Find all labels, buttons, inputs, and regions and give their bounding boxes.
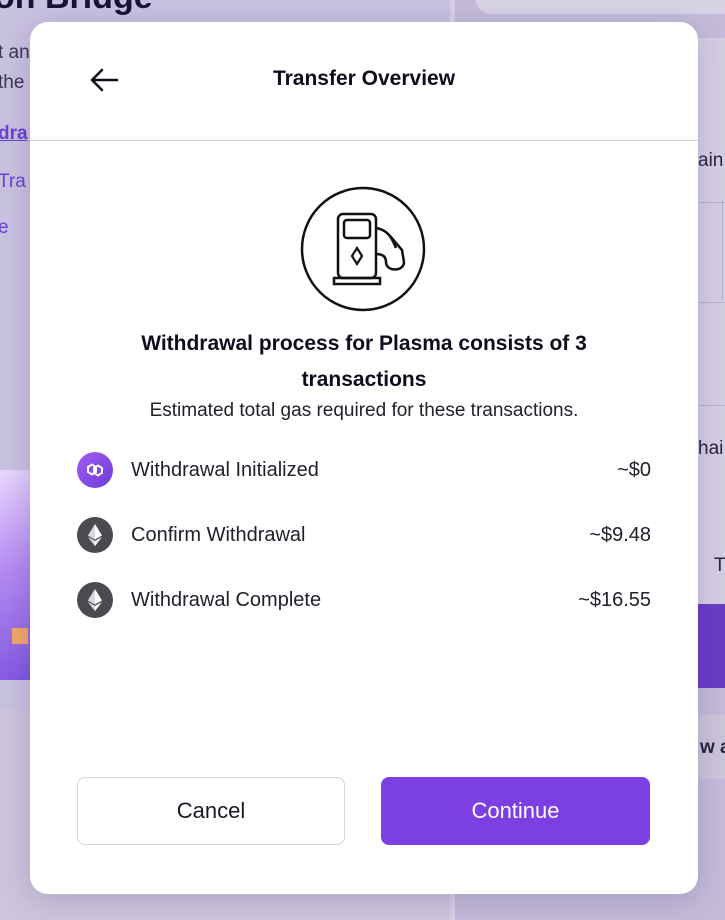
background-illustration-box [12,628,28,644]
ethereum-icon [77,517,113,553]
background-page-title: on Bridge [0,0,153,17]
transaction-row: Withdrawal Complete ~$16.55 [77,580,651,620]
transaction-label: Confirm Withdrawal [131,524,306,546]
background-link: e [0,217,9,238]
transaction-row: Confirm Withdrawal ~$9.48 [77,515,651,555]
gas-pump-icon [300,186,426,312]
transaction-label: Withdrawal Complete [131,589,322,611]
modal-header: Transfer Overview [30,22,698,141]
background-text: w a [700,737,725,758]
background-link: Tra [0,171,26,192]
withdrawal-headline: Withdrawal process for Plasma consists o… [141,332,587,391]
modal-title: Transfer Overview [272,67,456,90]
cancel-button[interactable]: Cancel [77,777,345,845]
transaction-cost: ~$16.55 [578,589,651,611]
background-divider [722,200,723,300]
transfer-overview-modal: Transfer Overview Withdrawal process for… [30,22,698,894]
background-text: the [0,72,25,93]
transaction-label: Withdrawal Initialized [131,459,319,481]
background-text: ain [698,150,724,171]
background-link: dra [0,123,28,144]
transaction-cost: ~$9.48 [589,524,651,546]
transaction-row: Withdrawal Initialized ~$0 [77,450,651,490]
background-text: hai [698,438,724,459]
polygon-icon [77,452,113,488]
background-top-card [476,0,725,14]
ethereum-icon [77,582,113,618]
continue-button[interactable]: Continue [381,777,650,845]
transaction-cost: ~$0 [617,459,651,481]
gas-estimate-subtitle: Estimated total gas required for these t… [149,400,579,421]
background-text: T [714,555,725,576]
background-text: t an [0,42,30,63]
